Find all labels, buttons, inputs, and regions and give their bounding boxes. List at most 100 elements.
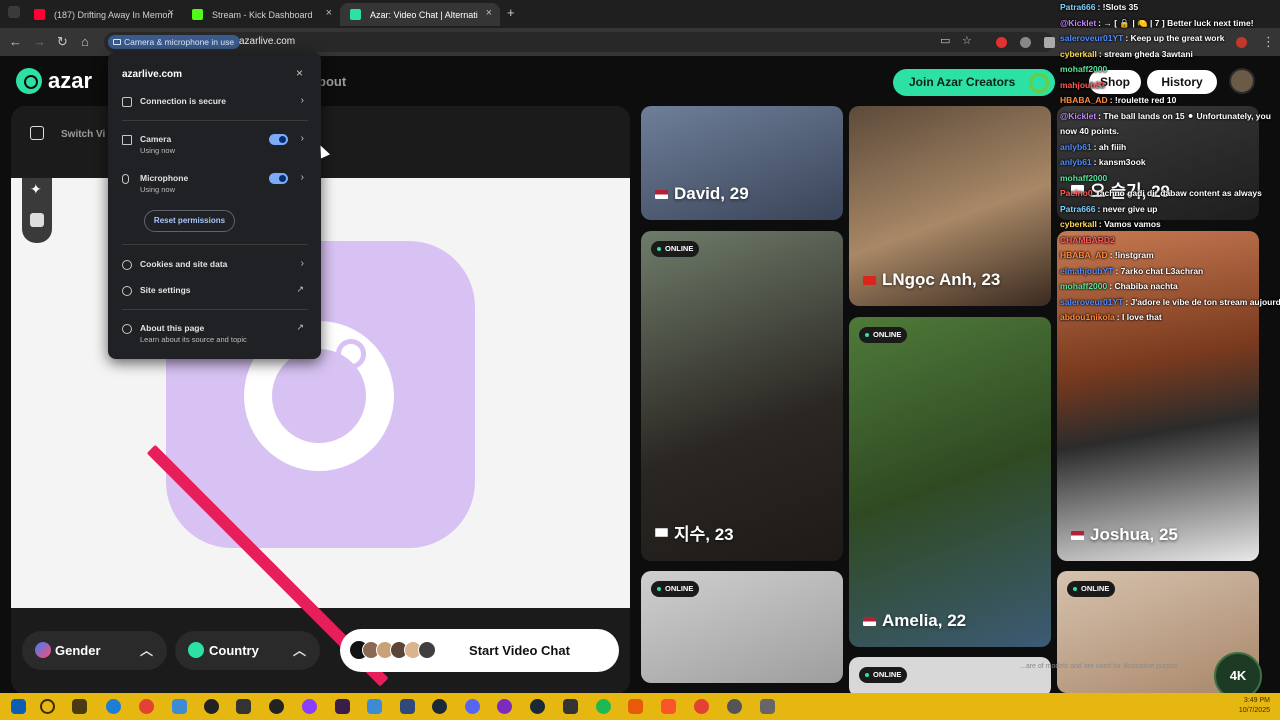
chat-username[interactable]: mohaff2000 (1060, 173, 1107, 183)
profile-card[interactable]: David, 29 (641, 106, 843, 220)
chat-username[interactable]: Pacino0 (1060, 188, 1093, 198)
app-icon[interactable] (269, 699, 284, 714)
spotify-icon[interactable] (596, 699, 611, 714)
switch-view-icon[interactable] (30, 126, 44, 140)
app-icon[interactable] (497, 699, 512, 714)
chat-text: achno gadi dir dabaw content as always (1099, 188, 1262, 198)
join-creators-button[interactable]: Join Azar Creators (893, 69, 1055, 96)
effects-sparkle-icon[interactable]: ✦ (30, 181, 42, 198)
chat-text: kansm3ook (1098, 157, 1146, 167)
chat-username[interactable]: anlyb61 (1060, 157, 1092, 167)
site-settings-row[interactable]: Site settings ↗ (122, 284, 308, 299)
chat-username[interactable]: mohaff2000 (1060, 281, 1107, 291)
new-tab-icon[interactable]: + (507, 5, 515, 20)
windows-taskbar: 3:49 PM 10/7/2025 (0, 693, 1280, 720)
chrome-icon[interactable] (139, 699, 154, 714)
connection-row[interactable]: Connection is secure › (122, 95, 308, 110)
tab-title: Azar: Video Chat | Alternati (370, 9, 478, 20)
edge-icon[interactable] (106, 699, 121, 714)
close-icon[interactable]: × (486, 7, 492, 19)
azar-logo[interactable]: azar (16, 68, 92, 94)
chat-username[interactable]: Patra666 (1060, 2, 1095, 12)
tab-list-icon[interactable] (8, 6, 20, 18)
app-icon[interactable] (628, 699, 643, 714)
close-icon[interactable]: × (326, 7, 332, 19)
windows-start-icon[interactable] (11, 699, 26, 714)
app-icon[interactable] (204, 699, 219, 714)
app-icon[interactable] (727, 699, 742, 714)
steam-icon[interactable] (432, 699, 447, 714)
profile-card[interactable]: LNgọc Anh, 23 (849, 106, 1051, 306)
app-icon[interactable] (367, 699, 382, 714)
chat-username[interactable]: HBABA_AD (1060, 250, 1108, 260)
chevron-right-icon[interactable]: › (301, 172, 304, 183)
chat-username[interactable]: Patra666 (1060, 204, 1095, 214)
steam-icon[interactable] (530, 699, 545, 714)
tab-youtube[interactable]: (187) Drifting Away In Memori × (24, 3, 182, 26)
gender-filter-button[interactable]: Gender ︿ (22, 631, 167, 670)
profile-card[interactable]: ONLINE 지수, 23 (641, 231, 843, 561)
microphone-row[interactable]: Microphone Using now › (122, 172, 308, 199)
profile-card[interactable]: ONLINE Amelia, 22 (849, 317, 1051, 647)
switch-view-label[interactable]: Switch Vi (61, 129, 105, 140)
chat-username[interactable]: cyberkall (1060, 49, 1097, 59)
microphone-toggle[interactable] (269, 173, 288, 184)
chat-username[interactable]: mohaff2000 (1060, 64, 1107, 74)
chat-username[interactable]: CHAMBARD2 (1060, 235, 1115, 245)
game-icon[interactable] (236, 699, 251, 714)
obs-icon[interactable] (302, 699, 317, 714)
face-filter-icon[interactable] (30, 213, 44, 227)
close-icon[interactable]: × (168, 7, 174, 19)
back-icon[interactable]: ← (9, 34, 22, 49)
profile-name: Amelia, 22 (863, 611, 966, 631)
online-badge: ONLINE (859, 327, 908, 343)
country-filter-button[interactable]: Country ︿ (175, 631, 320, 670)
app-icon[interactable] (563, 699, 578, 714)
chat-username[interactable]: saleroveur01YT (1060, 297, 1123, 307)
discord-icon[interactable] (465, 699, 480, 714)
start-video-chat-button[interactable]: Start Video Chat (340, 629, 619, 672)
tab-azar[interactable]: Azar: Video Chat | Alternati × (340, 3, 500, 26)
nav-about[interactable]: bout (318, 74, 346, 89)
gear-icon[interactable] (760, 699, 775, 714)
chat-username[interactable]: saleroveur01YT (1060, 33, 1123, 43)
omnibox[interactable]: Camera & microphone in use azarlive.com (104, 32, 1054, 52)
cast-icon[interactable]: ▭ (940, 34, 950, 47)
search-icon[interactable] (40, 699, 55, 714)
chat-username[interactable]: mahjoub23 (1060, 80, 1105, 90)
permission-chip[interactable]: Camera & microphone in use (108, 35, 241, 49)
home-icon[interactable]: ⌂ (81, 34, 89, 49)
extension-icon[interactable] (996, 37, 1007, 48)
reload-icon[interactable]: ↻ (57, 34, 68, 50)
tab-kick[interactable]: Stream - Kick Dashboard × (182, 3, 340, 26)
task-view-icon[interactable] (72, 699, 87, 714)
chat-username[interactable]: @Kicklet (1060, 18, 1096, 28)
profile-card[interactable]: ONLINE (641, 571, 843, 683)
brave-icon[interactable] (661, 699, 676, 714)
app-icon[interactable] (335, 699, 350, 714)
online-badge: ONLINE (1067, 581, 1116, 597)
app-icon[interactable] (172, 699, 187, 714)
chat-username[interactable]: cyberkall (1060, 219, 1097, 229)
camera-lens-dot (336, 339, 366, 369)
forward-icon[interactable]: → (33, 34, 46, 49)
chrome-icon[interactable] (694, 699, 709, 714)
chat-username[interactable]: anlyb61 (1060, 142, 1092, 152)
extension-icon[interactable] (1020, 37, 1031, 48)
bookmark-star-icon[interactable]: ☆ (962, 34, 972, 47)
system-clock[interactable]: 3:49 PM 10/7/2025 (1239, 696, 1270, 716)
chat-username[interactable]: @Kicklet (1060, 111, 1096, 121)
extension-icon[interactable] (1044, 37, 1055, 48)
avatar (418, 641, 436, 659)
camera-row[interactable]: Camera Using now › (122, 133, 308, 160)
about-page-row[interactable]: About this page Learn about its source a… (122, 322, 308, 349)
chat-username[interactable]: HBABA_AD (1060, 95, 1108, 105)
cookies-row[interactable]: Cookies and site data › (122, 258, 308, 273)
camera-toggle[interactable] (269, 134, 288, 145)
reset-permissions-button[interactable]: Reset permissions (144, 210, 235, 232)
app-icon[interactable] (400, 699, 415, 714)
chat-username[interactable]: abdou1nikola (1060, 312, 1115, 322)
chat-username[interactable]: elmahjoubYT (1060, 266, 1113, 276)
close-icon[interactable]: × (296, 66, 303, 80)
chevron-right-icon[interactable]: › (301, 133, 304, 144)
